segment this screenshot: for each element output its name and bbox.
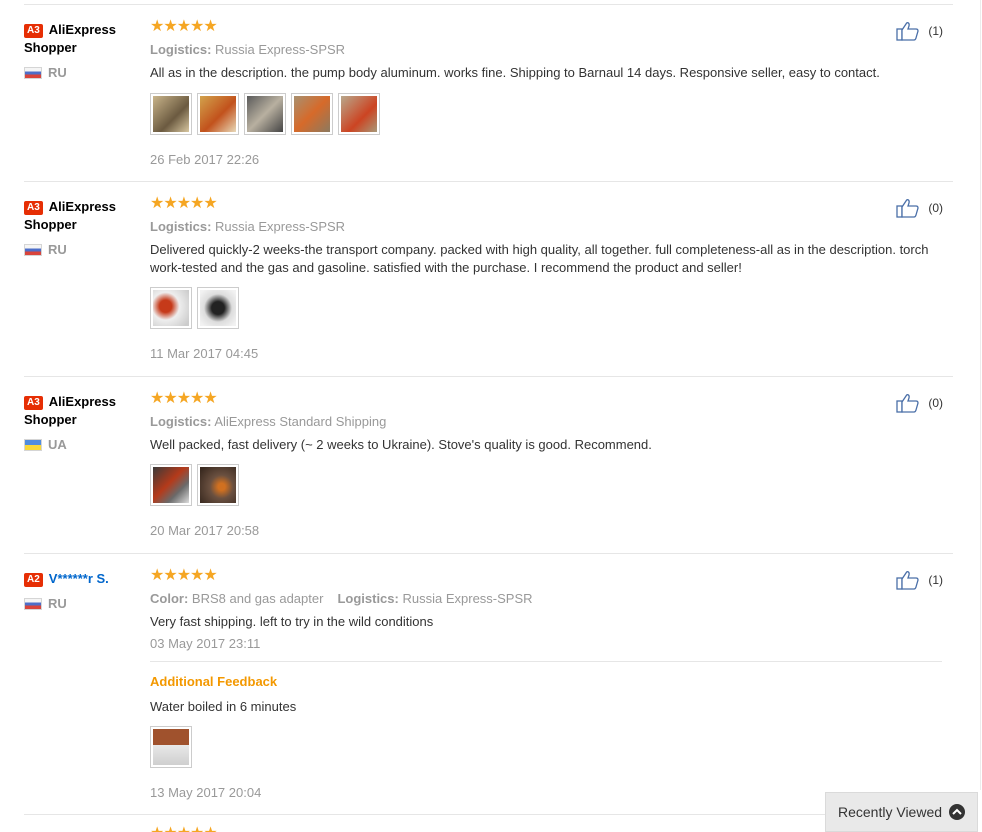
review-item: A3 AliExpress Shopper UA ★★★★★ Logistics:… xyxy=(24,377,953,554)
reviewer-name-link[interactable]: V******r S. xyxy=(49,571,109,586)
thumbs-up-icon[interactable] xyxy=(896,21,920,41)
review-photo[interactable] xyxy=(338,93,380,135)
helpful-count: (0) xyxy=(928,201,943,215)
helpful-vote[interactable]: (1) xyxy=(896,21,943,41)
recently-viewed-button[interactable]: Recently Viewed xyxy=(825,792,978,832)
country-code: UA xyxy=(48,437,67,452)
review-text: Very fast shipping. left to try in the w… xyxy=(150,614,434,629)
level-badge: A3 xyxy=(24,24,43,38)
review-item: A2 V******r S. RU ★★★★★ Color: BRS8 and g… xyxy=(24,554,953,815)
country-code: RU xyxy=(48,242,67,257)
star-rating: ★★★★★ xyxy=(150,390,218,407)
helpful-vote[interactable]: (1) xyxy=(896,570,943,590)
reviewer-info: A2 V******r S. RU xyxy=(24,570,139,611)
reviewer-country: UA xyxy=(24,437,139,452)
level-badge: A3 xyxy=(24,396,43,410)
logistics-value: Russia Express-SPSR xyxy=(215,42,346,57)
chevron-up-icon xyxy=(949,804,965,820)
reviewer-name-block: A3 AliExpress Shopper xyxy=(24,21,139,57)
review-photos xyxy=(150,464,950,506)
reviewer-info: A3 AliExpress Shopper UA xyxy=(24,393,139,452)
reviewer-country: RU xyxy=(24,65,139,80)
review-photo[interactable] xyxy=(150,287,192,329)
review-content: ★★★★★ Logistics: Russia Express-SPSR Del… xyxy=(150,196,950,361)
helpful-vote[interactable]: (0) xyxy=(896,393,943,413)
star-rating: ★★★★★ xyxy=(150,18,218,35)
review-photo[interactable] xyxy=(197,93,239,135)
next-review-peek: ★★★★★ xyxy=(24,826,218,832)
logistics-label: Logistics: xyxy=(150,414,212,429)
helpful-count: (1) xyxy=(928,24,943,38)
country-code: RU xyxy=(48,65,67,80)
review-content: ★★★★★ Logistics: Russia Express-SPSR All… xyxy=(150,19,950,167)
additional-feedback-title: Additional Feedback xyxy=(150,674,278,689)
country-code: RU xyxy=(48,596,67,611)
logistics-value: AliExpress Standard Shipping xyxy=(214,414,387,429)
review-item: A3 AliExpress Shopper RU ★★★★★ Logistics:… xyxy=(24,5,953,182)
additional-divider xyxy=(150,661,942,662)
review-photo[interactable] xyxy=(150,93,192,135)
logistics-value: Russia Express-SPSR xyxy=(215,219,346,234)
star-rating: ★★★★★ xyxy=(150,195,218,212)
review-text: All as in the description. the pump body… xyxy=(150,65,880,80)
review-photo[interactable] xyxy=(150,464,192,506)
review-photo[interactable] xyxy=(197,464,239,506)
russia-flag-icon xyxy=(24,597,42,610)
review-meta: Logistics: Russia Express-SPSR xyxy=(150,42,950,57)
right-divider xyxy=(980,0,981,790)
review-text: Well packed, fast delivery (~ 2 weeks to… xyxy=(150,437,652,452)
thumbs-up-icon[interactable] xyxy=(896,198,920,218)
russia-flag-icon xyxy=(24,243,42,256)
reviewer-name-block: A2 V******r S. xyxy=(24,570,139,588)
review-content: ★★★★★ Color: BRS8 and gas adapter Logisti… xyxy=(150,568,950,800)
reviewer-name-block: A3 AliExpress Shopper xyxy=(24,198,139,234)
logistics-label: Logistics: xyxy=(150,219,212,234)
review-text: Delivered quickly-2 weeks-the transport … xyxy=(150,242,929,275)
review-photo[interactable] xyxy=(244,93,286,135)
review-meta: Logistics: AliExpress Standard Shipping xyxy=(150,414,950,429)
review-date: 03 May 2017 23:11 xyxy=(150,636,261,651)
helpful-count: (1) xyxy=(928,573,943,587)
review-photo[interactable] xyxy=(291,93,333,135)
review-item: A3 AliExpress Shopper RU ★★★★★ Logistics:… xyxy=(24,182,953,377)
additional-feedback-text: Water boiled in 6 minutes xyxy=(150,699,297,714)
color-label: Color: xyxy=(150,591,189,606)
review-photos xyxy=(150,287,950,329)
reviewer-country: RU xyxy=(24,242,139,257)
star-rating: ★★★★★ xyxy=(150,567,218,584)
reviewer-info: A3 AliExpress Shopper RU xyxy=(24,198,139,257)
review-photo[interactable] xyxy=(197,287,239,329)
review-date: 20 Mar 2017 20:58 xyxy=(150,523,260,538)
helpful-vote[interactable]: (0) xyxy=(896,198,943,218)
star-rating-partial: ★★★★★ xyxy=(150,826,218,832)
helpful-count: (0) xyxy=(928,396,943,410)
recently-viewed-label: Recently Viewed xyxy=(838,804,943,820)
thumbs-up-icon[interactable] xyxy=(896,393,920,413)
ukraine-flag-icon xyxy=(24,438,42,451)
review-content: ★★★★★ Logistics: AliExpress Standard Shi… xyxy=(150,391,950,538)
thumbs-up-icon[interactable] xyxy=(896,570,920,590)
review-date: 11 Mar 2017 04:45 xyxy=(150,346,259,361)
additional-photos xyxy=(150,726,950,768)
level-badge: A3 xyxy=(24,201,43,215)
logistics-value: Russia Express-SPSR xyxy=(402,591,533,606)
reviewer-name-block: A3 AliExpress Shopper xyxy=(24,393,139,429)
logistics-label: Logistics: xyxy=(150,42,212,57)
logistics-label: Logistics: xyxy=(337,591,399,606)
reviewer-country: RU xyxy=(24,596,139,611)
russia-flag-icon xyxy=(24,66,42,79)
review-meta: Color: BRS8 and gas adapter Logistics: Ru… xyxy=(150,591,950,606)
review-meta: Logistics: Russia Express-SPSR xyxy=(150,219,950,234)
reviewer-info: A3 AliExpress Shopper RU xyxy=(24,21,139,80)
review-photo[interactable] xyxy=(150,726,192,768)
review-date: 26 Feb 2017 22:26 xyxy=(150,152,260,167)
reviews-page: A3 AliExpress Shopper RU ★★★★★ Logistics:… xyxy=(0,0,982,832)
color-value: BRS8 and gas adapter xyxy=(191,591,324,606)
level-badge: A2 xyxy=(24,573,43,587)
review-photos xyxy=(150,93,950,135)
